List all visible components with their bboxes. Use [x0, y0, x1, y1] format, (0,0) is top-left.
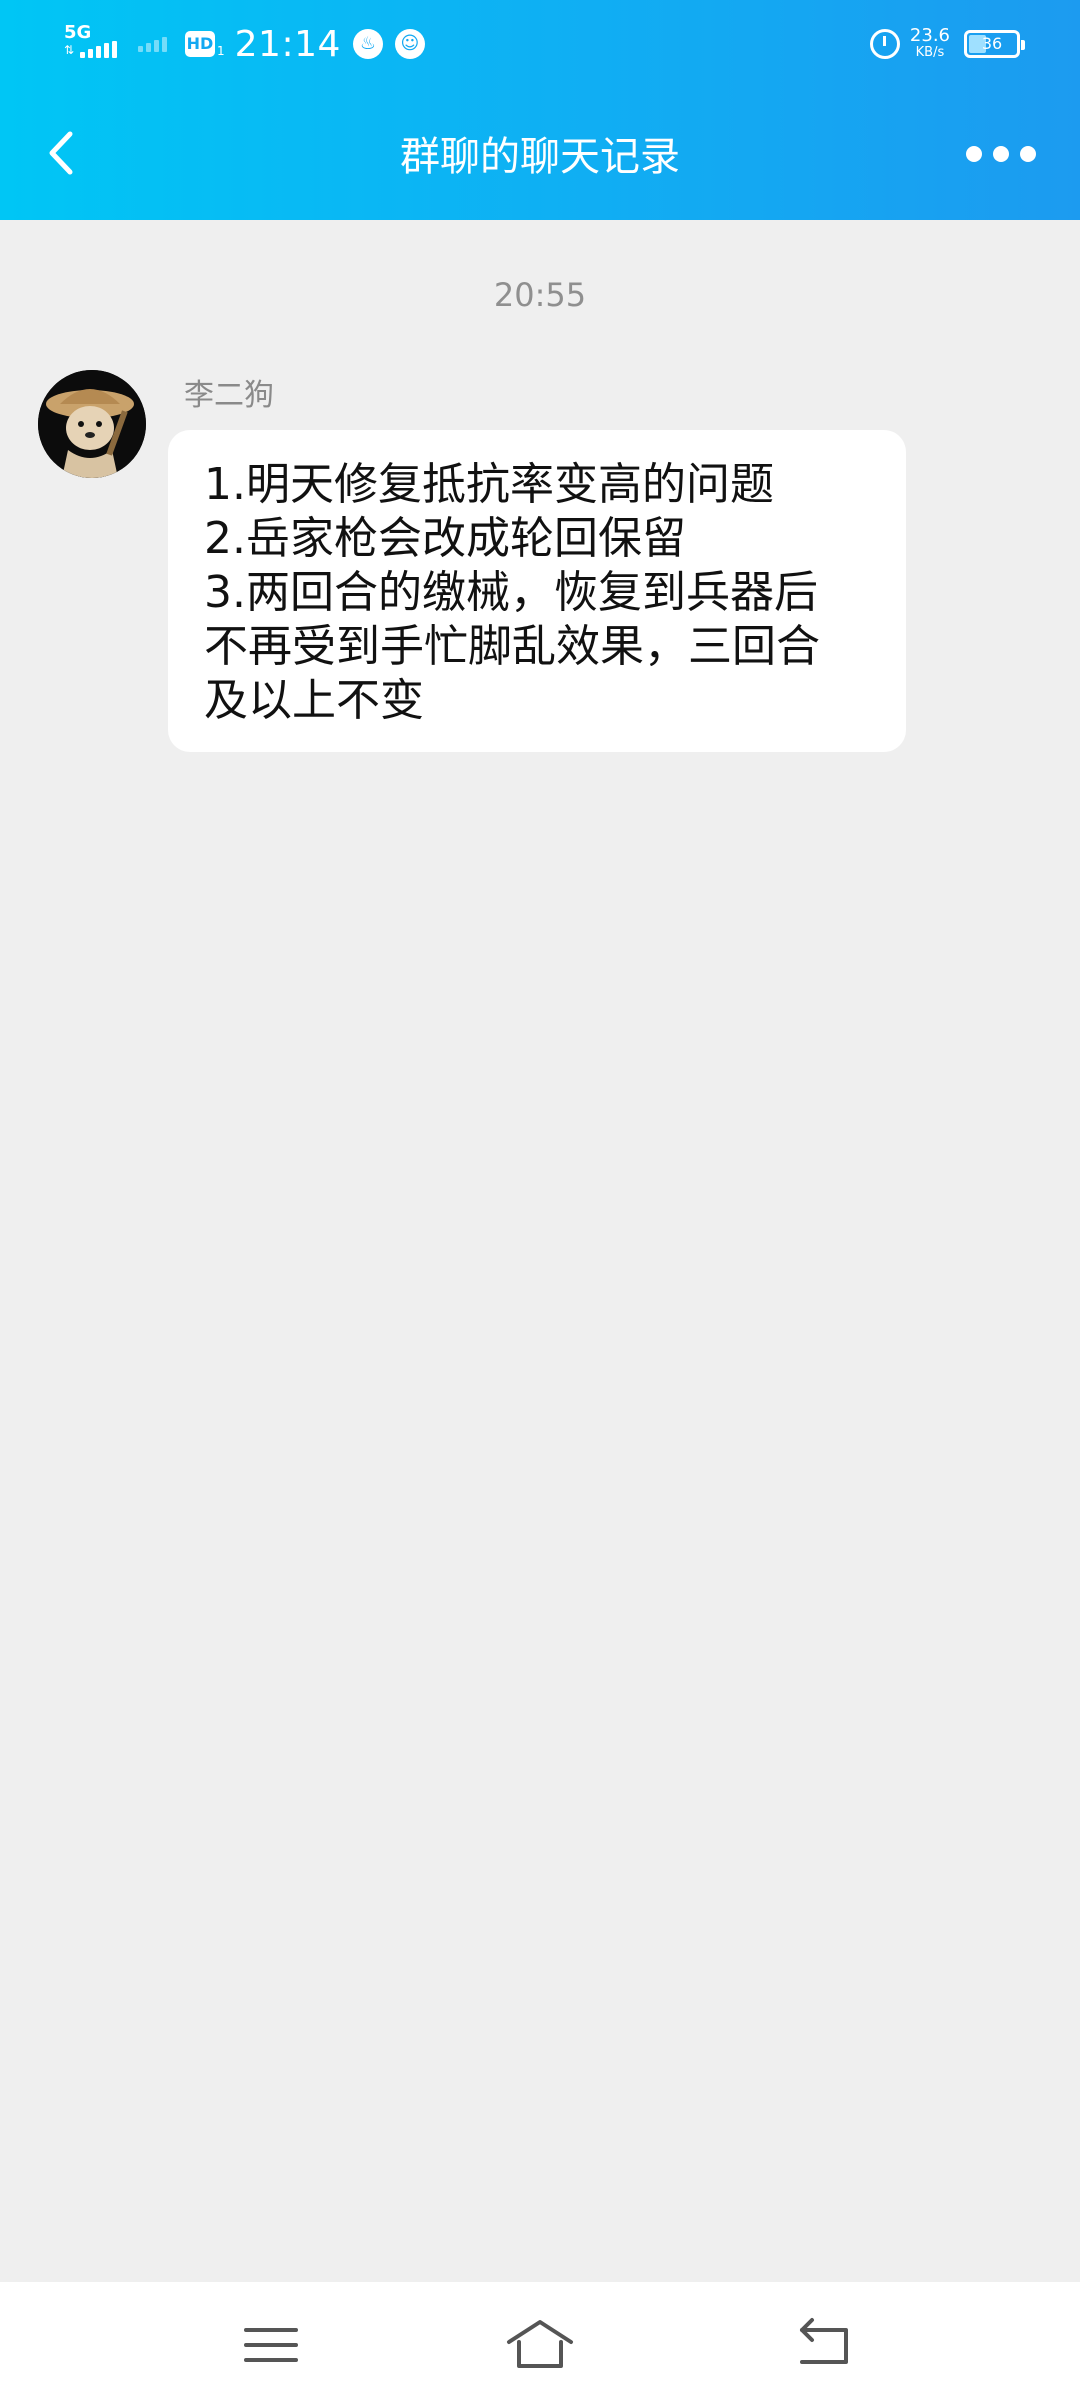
signal-secondary-icon	[138, 36, 167, 52]
menu-button[interactable]	[236, 2310, 306, 2380]
status-left: 5G ⇅ HD 1 21:14 ♨ ☺	[62, 20, 425, 68]
battery-icon: 36	[964, 30, 1025, 58]
status-time: 21:14	[234, 23, 341, 65]
hd-badge: HD	[185, 31, 215, 57]
flame-app-icon: ♨	[352, 29, 383, 59]
network-speed: 23.6 KB/s	[910, 27, 950, 61]
avatar[interactable]	[38, 370, 146, 478]
network-label: 5G	[64, 22, 92, 43]
menu-icon	[244, 2328, 298, 2362]
battery-level: 36	[981, 34, 1003, 53]
message-line: 及以上不变	[204, 675, 424, 726]
message-line: 3.两回合的缴械，恢复到兵器后	[204, 567, 818, 618]
system-nav-bar	[0, 2282, 1080, 2408]
message-line: 1.明天修复抵抗率变高的问题	[204, 459, 774, 510]
message-timestamp: 20:55	[493, 276, 587, 314]
back-icon	[800, 2318, 848, 2364]
top-app-bar: 5G ⇅ HD 1 21:14 ♨ ☺ 23.6 KB/s 36 群聊的聊天记录	[0, 0, 1080, 220]
message-line: 不再受到手忙脚乱效果，三回合	[204, 621, 820, 672]
alarm-icon	[869, 29, 900, 59]
back-nav-button[interactable]	[788, 2310, 858, 2380]
more-dot-icon	[993, 146, 1009, 162]
more-button[interactable]	[966, 134, 1036, 174]
status-bar: 5G ⇅ HD 1 21:14 ♨ ☺ 23.6 KB/s 36	[0, 0, 1080, 84]
helmet-app-icon: ☺	[394, 29, 425, 59]
sender-name: 李二狗	[184, 378, 274, 413]
avatar-image	[38, 370, 146, 478]
home-button[interactable]	[505, 2310, 575, 2380]
status-right: 23.6 KB/s 36	[869, 22, 1025, 66]
speed-unit: KB/s	[915, 45, 945, 60]
hd-sub-label: 1	[217, 44, 225, 58]
more-dot-icon	[966, 146, 982, 162]
signal-5g-icon: 5G ⇅	[62, 22, 117, 66]
more-dot-icon	[1020, 146, 1036, 162]
home-icon	[507, 2320, 573, 2368]
nav-bar: 群聊的聊天记录	[0, 84, 1080, 220]
speed-value: 23.6	[909, 25, 950, 46]
page-title: 群聊的聊天记录	[400, 134, 680, 180]
message-bubble[interactable]: 1.明天修复抵抗率变高的问题 2.岳家枪会改成轮回保留 3.两回合的缴械，恢复到…	[168, 430, 906, 752]
message-line: 2.岳家枪会改成轮回保留	[204, 513, 686, 564]
